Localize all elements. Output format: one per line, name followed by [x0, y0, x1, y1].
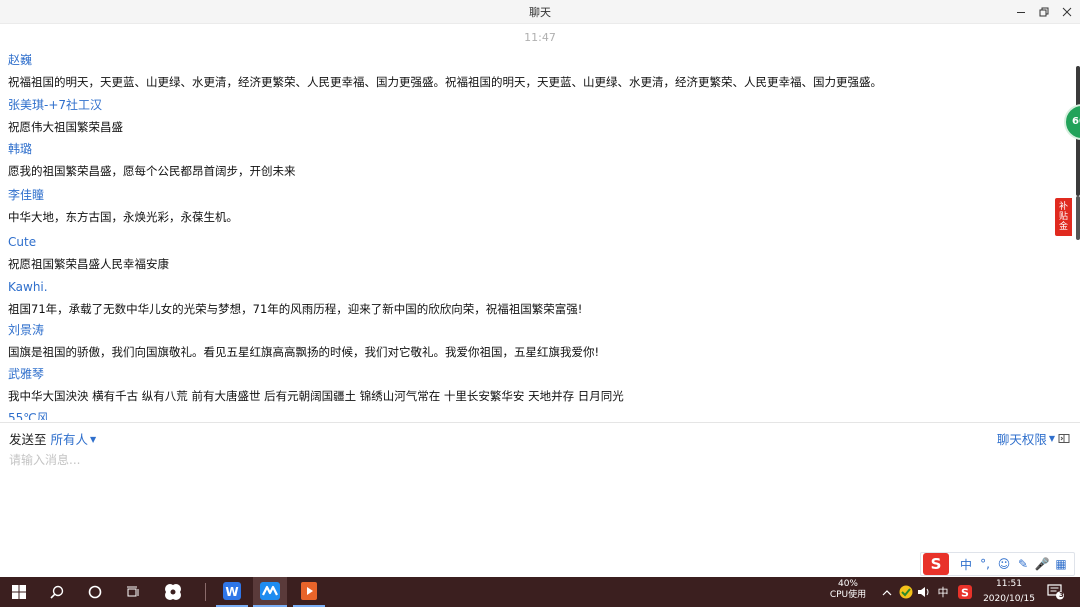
window-title: 聊天 [529, 6, 551, 19]
message-item: 李佳瞳 中华大地，东方古国，永焕光彩，永葆生机。 [8, 187, 1048, 225]
taskbar-separator [204, 577, 206, 607]
dropdown-caret-icon: ▼ [90, 435, 97, 444]
message-item: 韩璐 愿我的祖国繁荣昌盛，愿每个公民都昂首阔步，开创未来 [8, 141, 1048, 179]
compose-area: 发送至 所有人 ▼ 聊天权限 ▼ [0, 422, 1080, 578]
message-sender[interactable]: 刘景涛 [8, 322, 1048, 338]
ime-voice-icon[interactable]: 🎤 [1033, 557, 1051, 571]
cpu-usage-label: CPU使用 [829, 590, 867, 600]
chat-permission-menu[interactable]: 聊天权限 ▼ [997, 429, 1070, 448]
tray-status-icon [899, 585, 913, 599]
ime-emoji-icon[interactable]: ☺ [995, 557, 1013, 571]
message-item: 赵巍 祝福祖国的明天，天更蓝、山更绿、水更清，经济更繁荣、人民更幸福、国力更强盛… [8, 52, 1048, 90]
message-list[interactable]: 11:47 赵巍 祝福祖国的明天，天更蓝、山更绿、水更清，经济更繁荣、人民更幸福… [0, 24, 1080, 420]
message-input[interactable] [9, 450, 1069, 470]
popout-icon[interactable] [1058, 433, 1070, 444]
floating-badge-value: 60 [1072, 116, 1080, 127]
message-item: Kawhi. 祖国71年，承载了无数中华儿女的光荣与梦想，71年的风雨历程，迎来… [8, 279, 1048, 317]
send-to-target[interactable]: 所有人 [51, 432, 89, 447]
close-icon [1062, 7, 1072, 17]
taskbar-app-wps[interactable]: W [216, 577, 248, 607]
subsidy-label: 补贴金 [1058, 202, 1068, 232]
message-sender[interactable]: 武雅琴 [8, 366, 1048, 382]
message-sender[interactable]: 张美琪-+7社工汉 [8, 97, 1048, 113]
message-sender[interactable]: Kawhi. [8, 279, 1048, 295]
taskbar-app-presentation[interactable] [293, 577, 325, 607]
tray-app-green[interactable] [897, 577, 915, 607]
tray-expand-button[interactable] [880, 577, 894, 607]
clock-time: 11:51 [996, 579, 1022, 589]
message-text: 祖国71年，承载了无数中华儿女的光荣与梦想，71年的风雨历程，迎来了新中国的欣欣… [8, 302, 583, 316]
chat-timestamp: 11:47 [524, 31, 556, 44]
presentation-app-icon [301, 582, 317, 600]
volume-button[interactable] [915, 577, 933, 607]
start-button[interactable] [6, 577, 32, 607]
svg-text:S: S [961, 587, 969, 600]
notification-count: 3 [1059, 591, 1064, 599]
scrollbar-thumb[interactable] [1076, 196, 1080, 240]
chevron-up-icon [882, 589, 892, 595]
task-view-icon [127, 586, 139, 596]
minimize-icon [1017, 12, 1025, 13]
sogou-tray-icon: S [958, 585, 972, 599]
close-button[interactable] [1054, 0, 1080, 24]
dropdown-caret-icon: ▼ [1048, 434, 1055, 443]
task-view-button[interactable] [120, 577, 146, 607]
message-sender[interactable]: 55℃风 [8, 410, 1048, 420]
search-button[interactable] [44, 577, 70, 607]
taskbar-app-meeting[interactable] [253, 577, 287, 607]
ime-toolbar[interactable]: S 中 °, ☺ ✎ 🎤 ▦ [920, 552, 1075, 576]
volume-icon [918, 587, 929, 597]
taskbar: W 40% CPU使用 中 S 11:51 2020/10/15 3 [0, 577, 1080, 607]
taskbar-app-pinwheel[interactable] [158, 577, 188, 607]
cpu-usage[interactable]: 40% CPU使用 [818, 579, 878, 601]
tray-sogou[interactable]: S [955, 577, 975, 607]
search-icon [50, 585, 64, 599]
pinwheel-app-icon [165, 584, 181, 600]
ime-toolbox-icon[interactable]: ▦ [1052, 557, 1070, 571]
cortana-icon [88, 585, 102, 599]
sogou-logo-icon[interactable]: S [923, 553, 949, 575]
message-text: 祝愿祖国繁荣昌盛人民幸福安康 [8, 257, 169, 271]
send-to-label: 发送至 [9, 432, 47, 447]
meeting-app-icon [260, 582, 280, 600]
svg-text:W: W [225, 585, 238, 599]
title-bar: 聊天 [0, 0, 1080, 24]
message-item: 张美琪-+7社工汉 祝愿伟大祖国繁荣昌盛 [8, 97, 1048, 135]
message-item: 刘景涛 国旗是祖国的骄傲，我们向国旗敬礼。看见五星红旗高高飘扬的时候，我们对它敬… [8, 322, 1048, 360]
message-sender[interactable]: 赵巍 [8, 52, 1048, 68]
send-to-selector[interactable]: 发送至 所有人 ▼ [9, 429, 96, 448]
ime-chinese-mode[interactable]: 中 [957, 556, 975, 573]
message-sender[interactable]: Cute [8, 234, 1048, 250]
message-item: 武雅琴 我中华大国泱泱 横有千古 纵有八荒 前有大唐盛世 后有元朝阔国疆土 锦绣… [8, 366, 1048, 404]
cortana-button[interactable] [82, 577, 108, 607]
ime-handwrite-icon[interactable]: ✎ [1014, 557, 1032, 571]
message-text: 愿我的祖国繁荣昌盛，愿每个公民都昂首阔步，开创未来 [8, 164, 296, 178]
wps-app-icon: W [223, 582, 241, 600]
input-language[interactable]: 中 [934, 577, 952, 607]
clock[interactable]: 11:51 2020/10/15 [978, 579, 1040, 605]
windows-logo-icon [12, 585, 26, 599]
message-text: 中华大地，东方古国，永焕光彩，永葆生机。 [8, 210, 238, 224]
message-sender[interactable]: 韩璐 [8, 141, 1048, 157]
subsidy-tab[interactable]: 补贴金 [1055, 198, 1072, 236]
ime-punctuation-icon[interactable]: °, [976, 557, 994, 571]
notification-center-button[interactable]: 3 [1044, 577, 1068, 607]
message-text: 祝愿伟大祖国繁荣昌盛 [8, 120, 123, 134]
cpu-usage-value: 40% [837, 579, 858, 589]
message-item: Cute 祝愿祖国繁荣昌盛人民幸福安康 [8, 234, 1048, 272]
message-item: 55℃风 [8, 410, 1048, 420]
clock-date: 2020/10/15 [983, 594, 1035, 604]
message-text: 我中华大国泱泱 横有千古 纵有八荒 前有大唐盛世 后有元朝阔国疆土 锦绣山河气常… [8, 389, 624, 403]
message-text: 国旗是祖国的骄傲，我们向国旗敬礼。看见五星红旗高高飘扬的时候，我们对它敬礼。我爱… [8, 345, 600, 359]
message-text: 祝福祖国的明天，天更蓝、山更绿、水更清，经济更繁荣、人民更幸福、国力更强盛。祝福… [8, 75, 882, 89]
message-sender[interactable]: 李佳瞳 [8, 187, 1048, 203]
chat-permission-label: 聊天权限 [996, 432, 1047, 447]
restore-icon [1039, 7, 1049, 17]
